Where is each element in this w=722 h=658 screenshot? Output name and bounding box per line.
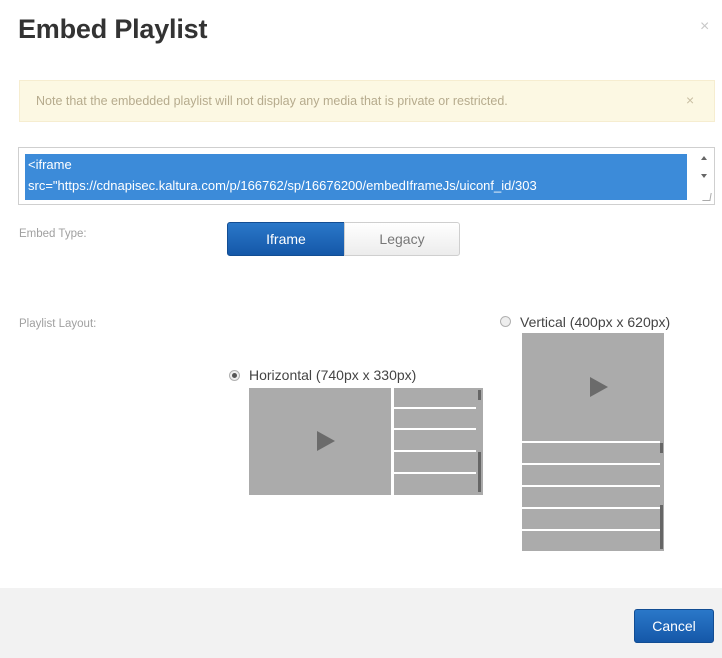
preview-list-line: [394, 450, 476, 452]
scroll-up-icon[interactable]: [701, 156, 707, 160]
vertical-option-label[interactable]: Vertical (400px x 620px): [520, 314, 670, 330]
vertical-layout-preview[interactable]: [522, 333, 664, 551]
scroll-down-icon[interactable]: [701, 174, 707, 178]
horizontal-layout-preview[interactable]: [249, 388, 483, 495]
alert-text: Note that the embedded playlist will not…: [36, 94, 508, 108]
horizontal-radio-icon[interactable]: [229, 370, 240, 381]
cancel-button[interactable]: Cancel: [634, 609, 714, 643]
embed-type-iframe-button[interactable]: Iframe: [227, 222, 345, 256]
alert-note: Note that the embedded playlist will not…: [19, 80, 715, 122]
preview-scrollbar: [478, 452, 481, 492]
embed-type-legacy-button[interactable]: Legacy: [344, 222, 460, 256]
embed-code-textarea[interactable]: <iframe src="https://cdnapisec.kaltura.c…: [18, 147, 715, 205]
preview-scrollbar: [660, 505, 663, 549]
close-icon[interactable]: ×: [700, 18, 709, 36]
playlist-layout-label: Playlist Layout:: [19, 318, 97, 330]
preview-scrollbar: [478, 390, 481, 400]
play-icon: [317, 431, 335, 451]
horizontal-option-label[interactable]: Horizontal (740px x 330px): [249, 367, 416, 383]
embed-code-line-2: src="https://cdnapisec.kaltura.com/p/166…: [28, 178, 537, 193]
preview-list-line: [522, 485, 660, 487]
preview-list-line: [522, 463, 660, 465]
embed-type-label: Embed Type:: [19, 228, 87, 240]
preview-list-line: [394, 428, 476, 430]
alert-close-icon[interactable]: ×: [686, 92, 694, 108]
embed-code-selection: <iframe src="https://cdnapisec.kaltura.c…: [25, 154, 687, 200]
preview-list-line: [522, 529, 660, 531]
embed-playlist-dialog: Embed Playlist × Note that the embedded …: [0, 0, 722, 658]
resize-grip-icon[interactable]: [702, 193, 712, 201]
preview-divider: [391, 388, 394, 495]
play-icon: [590, 377, 608, 397]
preview-scrollbar: [660, 443, 663, 453]
preview-list-line: [394, 407, 476, 409]
preview-list-line: [522, 441, 660, 443]
embed-code-line-1: <iframe: [28, 157, 72, 172]
dialog-footer: [0, 588, 722, 658]
vertical-radio-icon[interactable]: [500, 316, 511, 327]
dialog-title: Embed Playlist: [18, 14, 208, 44]
preview-list-line: [394, 472, 476, 474]
textarea-scroll-arrows[interactable]: [699, 154, 711, 184]
preview-list-line: [522, 507, 660, 509]
